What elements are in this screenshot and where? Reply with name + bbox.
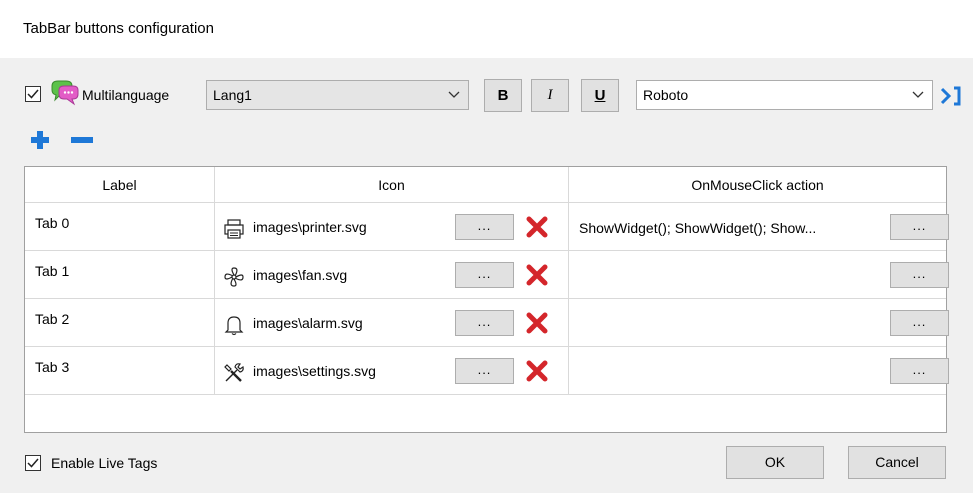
label-cell[interactable]: Tab 3: [25, 347, 215, 395]
expand-panel-icon[interactable]: [938, 85, 964, 110]
column-header-action: OnMouseClick action: [569, 167, 946, 203]
browse-action-button[interactable]: ...: [890, 358, 949, 384]
settings-icon: [224, 363, 244, 382]
column-header-label: Label: [25, 167, 215, 203]
table-row[interactable]: Tab 3 images\settings.svg ... ...: [25, 347, 949, 395]
action-cell[interactable]: ShowWidget(); ShowWidget(); Show... ...: [569, 203, 949, 251]
bell-icon: [224, 316, 244, 336]
icon-path: images\fan.svg: [253, 267, 348, 283]
speech-bubbles-icon: [50, 80, 80, 106]
add-icon[interactable]: [30, 130, 50, 153]
delete-icon[interactable]: [526, 360, 548, 382]
browse-action-button[interactable]: ...: [890, 262, 949, 288]
ok-button[interactable]: OK: [726, 446, 824, 479]
language-value: Lang1: [213, 87, 252, 103]
label-cell[interactable]: Tab 1: [25, 251, 215, 299]
icon-cell[interactable]: images\alarm.svg ...: [215, 299, 569, 347]
browse-icon-button[interactable]: ...: [455, 214, 514, 240]
label-cell[interactable]: Tab 2: [25, 299, 215, 347]
table-row[interactable]: Tab 0 images\printer.svg ... ShowWidget(…: [25, 203, 949, 251]
tab-label: Tab 2: [35, 311, 70, 327]
chevron-down-icon: [448, 91, 460, 98]
remove-icon[interactable]: [70, 130, 94, 153]
multilanguage-label: Multilanguage: [82, 87, 170, 103]
icon-path: images\alarm.svg: [253, 315, 363, 331]
bold-label: B: [497, 87, 509, 104]
tab-label: Tab 1: [35, 263, 70, 279]
window-title: TabBar buttons configuration: [23, 20, 214, 37]
check-icon: [27, 458, 39, 468]
browse-action-button[interactable]: ...: [890, 310, 949, 336]
font-value: Roboto: [643, 87, 689, 103]
title-bar: TabBar buttons configuration: [0, 0, 973, 58]
icon-path: images\settings.svg: [253, 363, 376, 379]
underline-button[interactable]: U: [581, 79, 619, 112]
check-icon: [27, 89, 39, 99]
enable-live-tags-label: Enable Live Tags: [51, 455, 158, 471]
action-cell[interactable]: ...: [569, 347, 949, 395]
delete-icon[interactable]: [526, 264, 548, 286]
delete-icon[interactable]: [526, 216, 548, 238]
browse-icon-button[interactable]: ...: [455, 262, 514, 288]
icon-path: images\printer.svg: [253, 219, 367, 235]
label-cell[interactable]: Tab 0: [25, 203, 215, 251]
fan-icon: [224, 267, 244, 287]
italic-button[interactable]: I: [531, 79, 569, 112]
bold-button[interactable]: B: [484, 79, 522, 112]
icon-cell[interactable]: images\printer.svg ...: [215, 203, 569, 251]
icon-cell[interactable]: images\settings.svg ...: [215, 347, 569, 395]
italic-label: I: [547, 87, 553, 103]
tabs-table: Label Icon OnMouseClick action Tab 0 ima…: [24, 166, 949, 433]
table-row[interactable]: Tab 1 images\fan.svg ... ...: [25, 251, 949, 299]
tab-label: Tab 0: [35, 215, 70, 231]
underline-label: U: [594, 87, 606, 104]
table-row[interactable]: Tab 2 images\alarm.svg ... ...: [25, 299, 949, 347]
delete-icon[interactable]: [526, 312, 548, 334]
icon-cell[interactable]: images\fan.svg ...: [215, 251, 569, 299]
browse-action-button[interactable]: ...: [890, 214, 949, 240]
printer-icon: [224, 219, 244, 239]
chevron-down-icon: [912, 91, 924, 98]
column-header-icon: Icon: [215, 167, 569, 203]
browse-icon-button[interactable]: ...: [455, 310, 514, 336]
tab-label: Tab 3: [35, 359, 70, 375]
enable-live-tags-checkbox[interactable]: [25, 455, 41, 471]
action-cell[interactable]: ...: [569, 299, 949, 347]
language-select[interactable]: Lang1: [206, 80, 469, 110]
action-cell[interactable]: ...: [569, 251, 949, 299]
cancel-button[interactable]: Cancel: [848, 446, 946, 479]
font-select[interactable]: Roboto: [636, 80, 933, 110]
multilanguage-checkbox[interactable]: [25, 86, 41, 102]
browse-icon-button[interactable]: ...: [455, 358, 514, 384]
action-text: ShowWidget(); ShowWidget(); Show...: [579, 220, 817, 236]
